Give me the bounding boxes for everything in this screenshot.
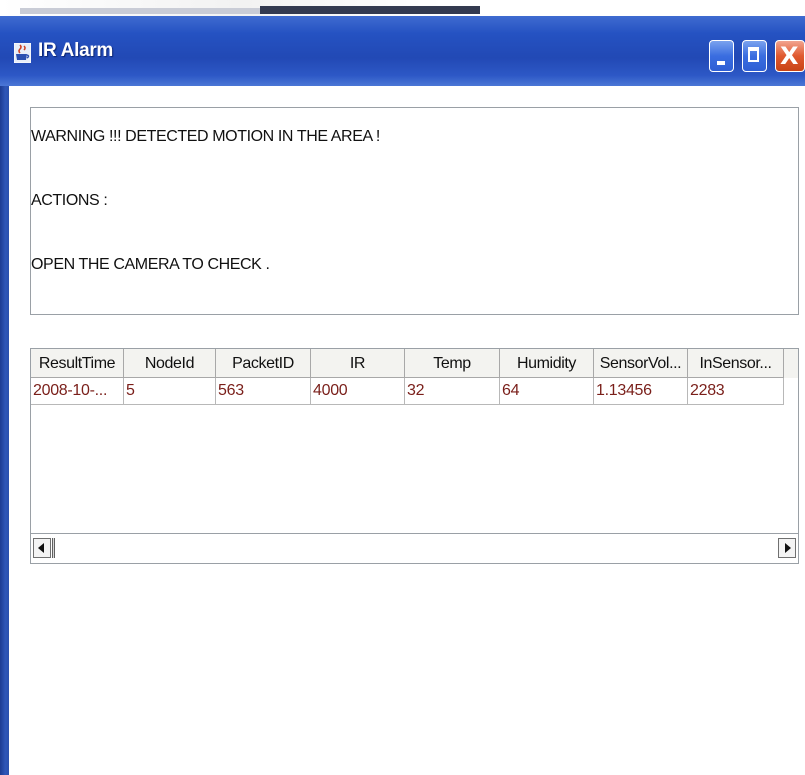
cell-temp[interactable]: 32 — [405, 378, 500, 405]
column-header-humidity[interactable]: Humidity — [500, 349, 594, 378]
table-row[interactable]: 2008-10-... 5 563 4000 32 64 1.13456 228… — [31, 378, 798, 405]
actions-label: ACTIONS : — [31, 192, 108, 209]
cell-packetid[interactable]: 563 — [216, 378, 311, 405]
close-button[interactable]: X — [775, 40, 805, 72]
background-band-dark — [260, 6, 480, 14]
column-header-resulttime[interactable]: ResultTime — [31, 349, 124, 378]
scroll-thumb[interactable] — [52, 538, 55, 558]
column-header-packetid[interactable]: PacketID — [216, 349, 311, 378]
scroll-right-button[interactable] — [778, 538, 796, 558]
ir-alarm-window: IR Alarm X WARNING !!! DETECTED MOTION I… — [0, 16, 805, 775]
window-client-area: WARNING !!! DETECTED MOTION IN THE AREA … — [9, 86, 805, 775]
column-header-sensorvol[interactable]: SensorVol... — [594, 349, 688, 378]
window-left-border — [0, 86, 9, 775]
cell-ir[interactable]: 4000 — [311, 378, 405, 405]
cell-resulttime[interactable]: 2008-10-... — [31, 378, 124, 405]
column-header-temp[interactable]: Temp — [405, 349, 500, 378]
action-instruction: OPEN THE CAMERA TO CHECK . — [31, 256, 270, 273]
table-header: ResultTime NodeId PacketID IR Temp Humid… — [31, 349, 798, 378]
cell-insensor[interactable]: 2283 — [688, 378, 784, 405]
cell-sensorvol[interactable]: 1.13456 — [594, 378, 688, 405]
column-header-insensor[interactable]: InSensor... — [688, 349, 784, 378]
alarm-message-area[interactable]: WARNING !!! DETECTED MOTION IN THE AREA … — [30, 107, 799, 315]
maximize-button[interactable] — [742, 40, 767, 72]
warning-message: WARNING !!! DETECTED MOTION IN THE AREA … — [31, 128, 380, 145]
minimize-icon — [717, 61, 725, 65]
minimize-button[interactable] — [709, 40, 734, 72]
maximize-icon — [748, 47, 759, 62]
scroll-left-button[interactable] — [33, 538, 51, 558]
scroll-right-arrow-icon — [785, 543, 791, 553]
horizontal-scrollbar[interactable] — [31, 533, 798, 563]
column-header-nodeid[interactable]: NodeId — [124, 349, 216, 378]
cell-humidity[interactable]: 64 — [500, 378, 594, 405]
window-title: IR Alarm — [38, 40, 114, 61]
cell-nodeid[interactable]: 5 — [124, 378, 216, 405]
scroll-left-arrow-icon — [38, 543, 44, 553]
java-cup-icon[interactable] — [14, 43, 31, 63]
sensor-data-table[interactable]: ResultTime NodeId PacketID IR Temp Humid… — [30, 348, 799, 564]
column-header-ir[interactable]: IR — [311, 349, 405, 378]
title-bar[interactable]: IR Alarm X — [0, 16, 805, 86]
background-band — [20, 8, 260, 14]
screen-top-strip — [0, 0, 805, 16]
close-icon: X — [780, 42, 799, 70]
